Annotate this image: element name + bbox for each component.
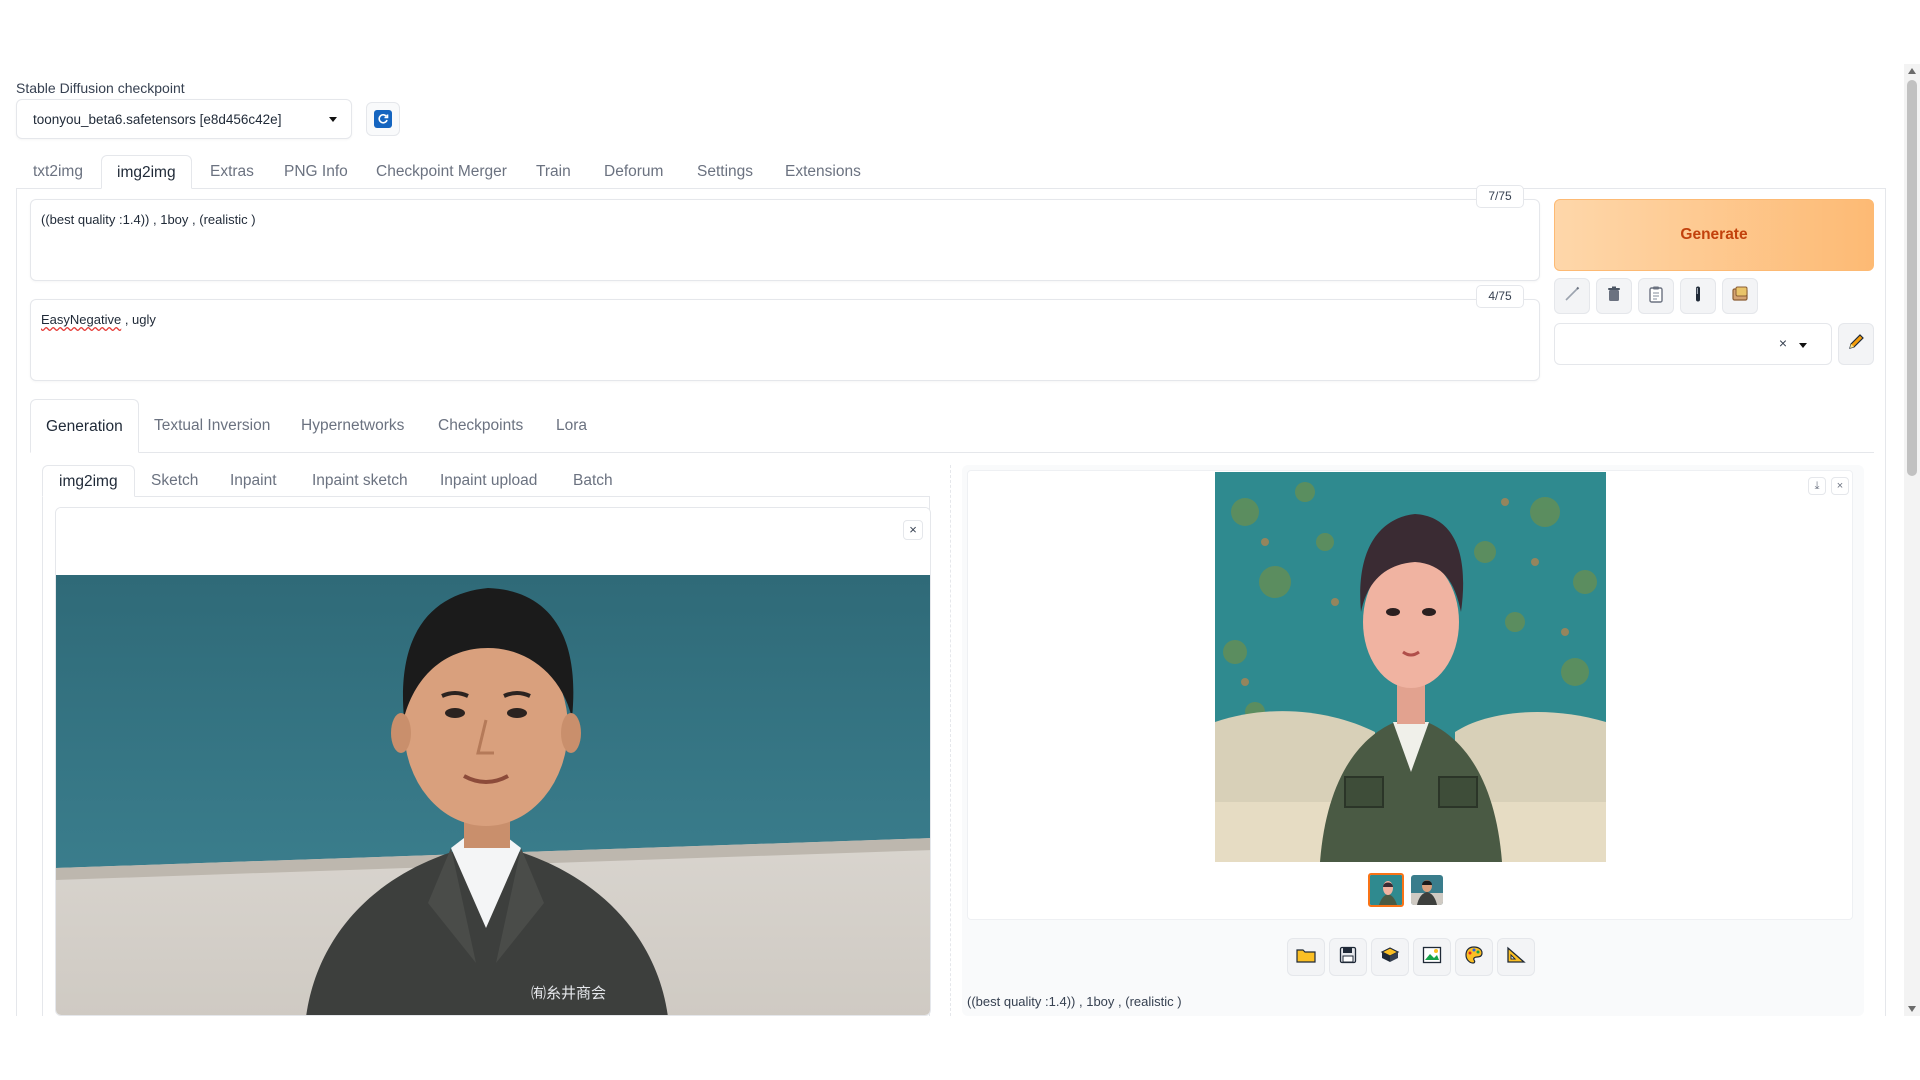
tab-batch[interactable]: Batch (573, 465, 613, 497)
tab-inpaint[interactable]: Inpaint (230, 465, 277, 497)
save-icon (1339, 946, 1357, 969)
jacket-logo-text: ㈲糸井商会 (531, 984, 606, 1002)
extra-networks-button[interactable] (1680, 278, 1716, 314)
output-image[interactable] (1215, 472, 1606, 862)
edit-styles-button[interactable] (1838, 323, 1874, 365)
generate-button[interactable]: Generate (1554, 199, 1874, 271)
clear-styles-icon[interactable]: × (1779, 335, 1787, 351)
negative-prompt-text: , ugly (121, 312, 156, 327)
clear-input-image-button[interactable]: × (903, 520, 923, 540)
save-style-button[interactable] (1722, 278, 1758, 314)
tab-txt2img[interactable]: txt2img (33, 155, 83, 189)
prompt-token-counter: 7/75 (1476, 185, 1524, 208)
tab-checkpoint-merger[interactable]: Checkpoint Merger (376, 155, 507, 189)
prompt-text: ((best quality :1.4)) , 1boy , (realisti… (41, 212, 256, 227)
negative-prompt-textarea[interactable]: EasyNegative , ugly (30, 299, 1540, 381)
extra-networks-tab-bar: Generation Textual Inversion Hypernetwor… (30, 399, 1874, 453)
send-to-img2img-icon (1422, 946, 1442, 969)
output-gallery: ⤓ × (967, 470, 1853, 920)
stick-icon (1689, 285, 1707, 308)
app-window: Stable Diffusion checkpoint toonyou_beta… (0, 0, 1904, 1016)
clear-prompt-button[interactable] (1596, 278, 1632, 314)
open-folder-button[interactable] (1287, 938, 1325, 976)
input-mode-tab-bar: img2img Sketch Inpaint Inpaint sketch In… (42, 465, 930, 497)
column-divider (950, 465, 951, 1016)
zip-button[interactable] (1371, 938, 1409, 976)
tab-deforum[interactable]: Deforum (604, 155, 663, 189)
refresh-checkpoint-button[interactable] (366, 102, 400, 136)
input-image-area[interactable]: ㈲糸井商会 × (55, 507, 931, 1016)
scroll-down-icon[interactable] (1908, 1006, 1916, 1012)
checkpoint-dropdown[interactable]: toonyou_beta6.safetensors [e8d456c42e] (16, 99, 352, 139)
download-icon[interactable]: ⤓ (1808, 477, 1826, 495)
folder-icon (1296, 946, 1316, 969)
tab-generation[interactable]: Generation (30, 399, 139, 453)
tab-inpaint-upload[interactable]: Inpaint upload (440, 465, 537, 497)
tab-lora[interactable]: Lora (556, 399, 587, 453)
chevron-down-icon (329, 116, 337, 122)
negative-prompt-embedding: EasyNegative (41, 312, 122, 327)
chevron-down-icon (1799, 343, 1807, 348)
tab-hypernetworks[interactable]: Hypernetworks (301, 399, 404, 453)
tab-input-img2img[interactable]: img2img (42, 465, 135, 497)
tab-extras[interactable]: Extras (210, 155, 254, 189)
send-to-extras-button[interactable] (1497, 938, 1535, 976)
tab-inpaint-sketch[interactable]: Inpaint sketch (312, 465, 408, 497)
tab-extensions[interactable]: Extensions (785, 155, 861, 189)
checkpoint-label: Stable Diffusion checkpoint (16, 80, 185, 96)
read-params-button[interactable] (1554, 278, 1590, 314)
styles-box-icon (1731, 285, 1749, 308)
input-portrait-image: ㈲糸井商会 (56, 508, 930, 1015)
styles-dropdown[interactable]: × (1554, 323, 1832, 365)
paint-brush-icon (1563, 285, 1581, 308)
clipboard-icon (1647, 285, 1665, 308)
close-gallery-button[interactable]: × (1831, 477, 1849, 495)
tab-img2img[interactable]: img2img (101, 155, 192, 189)
output-thumbnail-1[interactable] (1368, 873, 1404, 907)
tab-textual-inversion[interactable]: Textual Inversion (154, 399, 270, 453)
checkpoint-value: toonyou_beta6.safetensors [e8d456c42e] (33, 111, 282, 127)
send-to-inpaint-button[interactable] (1455, 938, 1493, 976)
tab-sketch[interactable]: Sketch (151, 465, 198, 497)
output-generation-info: ((best quality :1.4)) , 1boy , (realisti… (967, 994, 1182, 1009)
send-to-inpaint-icon (1464, 945, 1484, 970)
page-bottom-area (0, 1016, 1904, 1080)
scrollbar-thumb[interactable] (1907, 80, 1917, 476)
tab-png-info[interactable]: PNG Info (284, 155, 348, 189)
tab-train[interactable]: Train (536, 155, 571, 189)
paste-style-button[interactable] (1638, 278, 1674, 314)
tab-settings[interactable]: Settings (697, 155, 753, 189)
send-to-img2img-button[interactable] (1413, 938, 1451, 976)
negative-prompt-token-counter: 4/75 (1476, 285, 1524, 308)
scroll-up-icon[interactable] (1908, 68, 1916, 74)
main-tab-bar: txt2img img2img Extras PNG Info Checkpoi… (16, 155, 1886, 189)
page-scrollbar[interactable] (1904, 64, 1920, 1016)
tab-checkpoints[interactable]: Checkpoints (438, 399, 523, 453)
prompt-textarea[interactable]: ((best quality :1.4)) , 1boy , (realisti… (30, 199, 1540, 281)
output-thumbnail-2[interactable] (1411, 875, 1443, 905)
pencil-icon (1846, 332, 1866, 357)
save-button[interactable] (1329, 938, 1367, 976)
zip-icon (1380, 946, 1400, 969)
trash-icon (1605, 285, 1623, 308)
refresh-icon (374, 110, 392, 128)
send-to-extras-icon (1506, 946, 1526, 969)
